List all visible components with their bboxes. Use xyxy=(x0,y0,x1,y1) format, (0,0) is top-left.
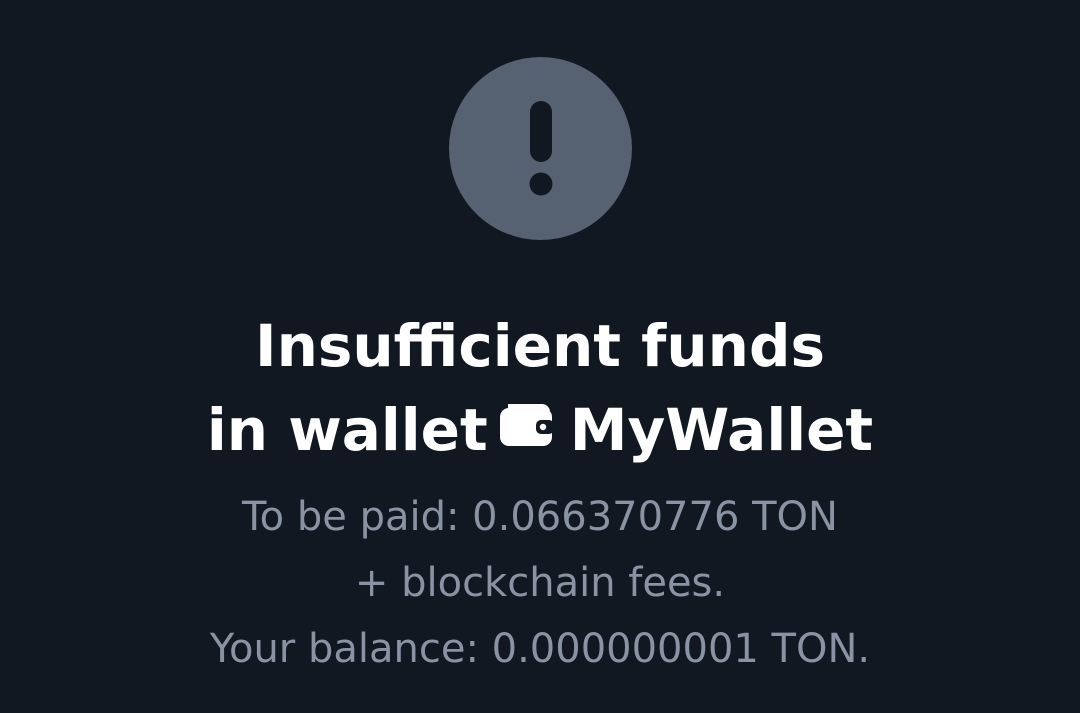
amount-to-pay: To be paid: 0.066370776 TON xyxy=(242,494,838,540)
wallet-name: MyWallet xyxy=(569,396,874,464)
wallet-balance: Your balance: 0.000000001 TON. xyxy=(209,626,871,672)
page-title-line2: in wallet MyWallet xyxy=(0,388,1080,472)
title-prefix: in wallet xyxy=(206,396,488,464)
fees-note: + blockchain fees. xyxy=(354,560,726,606)
alert-circle xyxy=(449,57,632,240)
page-title-line1: Insufficient funds xyxy=(254,312,826,380)
insufficient-funds-screen: Insufficient funds in wallet MyWallet To… xyxy=(0,0,1080,713)
wallet-icon xyxy=(498,402,554,448)
